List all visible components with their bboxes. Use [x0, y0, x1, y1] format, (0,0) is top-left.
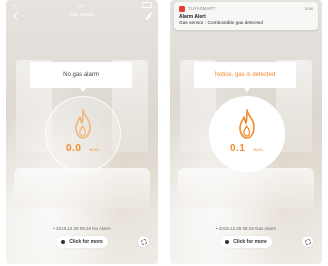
- background-bed: [14, 168, 150, 208]
- alarm-status-text: Notice, gas is detected: [214, 72, 276, 78]
- more-dot-icon: [61, 240, 66, 244]
- notification-body: Gas sensor : Combustible gas detected: [179, 21, 263, 26]
- gas-concentration-unit: %LEL: [89, 147, 100, 152]
- alarm-box-pointer: [80, 88, 86, 92]
- alarm-history-text: • 2019.12.28 09:19 Gas Alarm: [215, 226, 277, 231]
- notification-app-name: TUYASMART: [188, 6, 216, 11]
- carrier-signal: •••••: [12, 2, 20, 8]
- gas-concentration-value: 0.0: [66, 143, 82, 154]
- push-notification[interactable]: TUYASMART now Alarm Alert Gas sensor : C…: [174, 2, 318, 30]
- gear-icon: [304, 238, 311, 245]
- status-bar: ••••• 5:51: [6, 0, 158, 10]
- nav-title: Gas sensor: [69, 12, 95, 18]
- nav-bar: Gas sensor: [6, 10, 158, 24]
- alarm-status-text: No gas alarm: [63, 72, 99, 78]
- background-bed: [178, 168, 314, 208]
- back-arrow-icon[interactable]: [12, 11, 22, 21]
- battery-icon: [142, 2, 152, 8]
- alarm-status-box: No gas alarm: [30, 62, 132, 88]
- alarm-box-pointer: [244, 88, 250, 92]
- click-for-more-button[interactable]: Click for more: [56, 236, 108, 248]
- gas-concentration-unit: %LEL: [253, 147, 264, 152]
- alarm-status-box: Notice, gas is detected: [194, 62, 296, 88]
- click-for-more-button[interactable]: Click for more: [220, 236, 272, 248]
- gas-concentration-value: 0.1: [230, 143, 246, 154]
- more-dot-icon: [225, 240, 230, 244]
- notification-time: now: [304, 6, 313, 11]
- gear-icon: [140, 238, 147, 245]
- gas-gauge: 0.0 %LEL: [45, 96, 121, 172]
- status-time: 5:51: [76, 2, 85, 8]
- left-phone-screen: ••••• 5:51 Gas sensor No gas alarm 0.0 %…: [6, 0, 158, 264]
- settings-button[interactable]: [138, 236, 149, 247]
- settings-button[interactable]: [302, 236, 313, 247]
- right-phone-screen: TUYASMART now Alarm Alert Gas sensor : C…: [170, 0, 322, 264]
- app-icon: [179, 6, 185, 12]
- flame-icon: [239, 109, 255, 139]
- notification-title: Alarm Alert: [179, 14, 206, 20]
- click-for-more-label: Click for more: [233, 239, 267, 245]
- alarm-history-text: • 2019.12.28 09:19 No Alarm: [53, 226, 111, 231]
- gas-gauge: 0.1 %LEL: [209, 96, 285, 172]
- edit-icon[interactable]: [145, 12, 152, 20]
- click-for-more-label: Click for more: [69, 239, 103, 245]
- flame-icon: [75, 109, 91, 139]
